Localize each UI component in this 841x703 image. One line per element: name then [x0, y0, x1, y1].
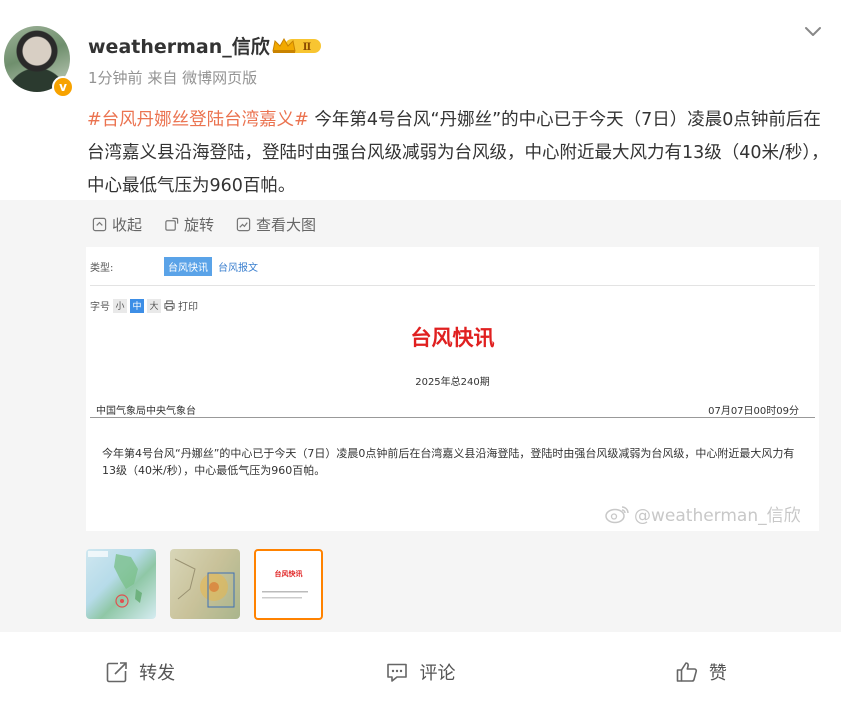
fontsize-label: 字号	[90, 302, 110, 313]
like-label: 赞	[708, 662, 727, 684]
vip-level: Ⅱ	[303, 42, 311, 53]
chevron-down-icon[interactable]	[802, 20, 824, 42]
rotate-button[interactable]: 旋转	[164, 214, 214, 235]
comment-button[interactable]: 评论	[280, 640, 560, 703]
view-large-icon	[236, 217, 251, 232]
username[interactable]: weatherman_信欣	[88, 32, 270, 59]
doc-fontsize-row: 字号 小 中 大 打印	[90, 298, 198, 313]
thumbs-up-icon	[676, 661, 697, 682]
view-large-label: 查看大图	[256, 216, 317, 234]
doc-type-label: 类型:	[90, 263, 114, 274]
map-thumbnail-graphic	[88, 551, 142, 608]
hashtag-link[interactable]: #台风丹娜丝登陆台湾嘉义#	[87, 110, 309, 130]
doc-time: 07月07日00时09分	[708, 406, 799, 417]
repost-button[interactable]: 转发	[0, 640, 280, 703]
bulletin-image[interactable]: 类型: 台风快讯 台风报文 字号 小 中 大 打印 台风快讯 2025年总240…	[86, 247, 819, 531]
doc-org: 中国气象局中央气象台	[96, 406, 196, 417]
view-large-button[interactable]: 查看大图	[236, 214, 316, 235]
vip-crown-icon[interactable]: Ⅱ	[271, 37, 323, 55]
weibo-logo-icon	[605, 505, 629, 523]
repost-icon	[106, 661, 127, 682]
fontsize-large: 大	[147, 298, 161, 313]
collapse-icon	[92, 217, 107, 232]
divider	[90, 417, 815, 418]
doc-issue: 2025年总240期	[415, 377, 490, 388]
action-bar: 转发 评论 赞	[0, 640, 841, 703]
like-button[interactable]: 赞	[561, 640, 841, 703]
rotate-icon	[165, 217, 179, 231]
divider	[90, 285, 815, 286]
fontsize-small: 小	[113, 298, 127, 313]
watermark-text: @weatherman_信欣	[634, 506, 801, 526]
media-toolbar: 收起 旋转 查看大图	[92, 214, 316, 235]
thumbnail-map[interactable]	[86, 549, 156, 619]
thumbnail-satellite[interactable]	[170, 549, 240, 619]
rotate-label: 旋转	[184, 216, 215, 234]
thumbnail-bulletin-selected[interactable]: 台风快讯	[254, 549, 323, 620]
doc-title: 台风快讯	[410, 326, 495, 350]
post-meta: 1分钟前 来自 微博网页版	[88, 67, 257, 88]
post-source: 来自 微博网页版	[147, 69, 258, 87]
comment-label: 评论	[419, 662, 456, 684]
watermark: @weatherman_信欣	[604, 501, 801, 526]
doc-tag-typhoon-flash: 台风快讯	[164, 257, 212, 276]
verified-badge: v	[52, 76, 74, 98]
thumbnail-lines-graphic	[262, 591, 308, 599]
doc-body: 今年第4号台风“丹娜丝”的中心已于今天（7日）凌晨0点钟前后在台湾嘉义县沿海登陆…	[102, 447, 795, 477]
post-time[interactable]: 1分钟前	[88, 69, 143, 87]
print-icon	[164, 300, 175, 311]
post-text: #台风丹娜丝登陆台湾嘉义# 今年第4号台风“丹娜丝”的中心已于今天（7日）凌晨0…	[87, 104, 832, 203]
fontsize-medium: 中	[130, 298, 144, 313]
weibo-post-card: v weatherman_信欣 Ⅱ 1分钟前 来自 微博网页版 #台风丹娜丝登陆…	[0, 0, 841, 703]
satellite-thumbnail-graphic	[174, 558, 235, 608]
collapse-label: 收起	[112, 216, 143, 234]
repost-label: 转发	[139, 662, 176, 684]
doc-tag-typhoon-report: 台风报文	[218, 263, 258, 274]
collapse-button[interactable]: 收起	[92, 214, 142, 235]
print-label: 打印	[178, 302, 198, 313]
comment-icon	[387, 663, 408, 682]
